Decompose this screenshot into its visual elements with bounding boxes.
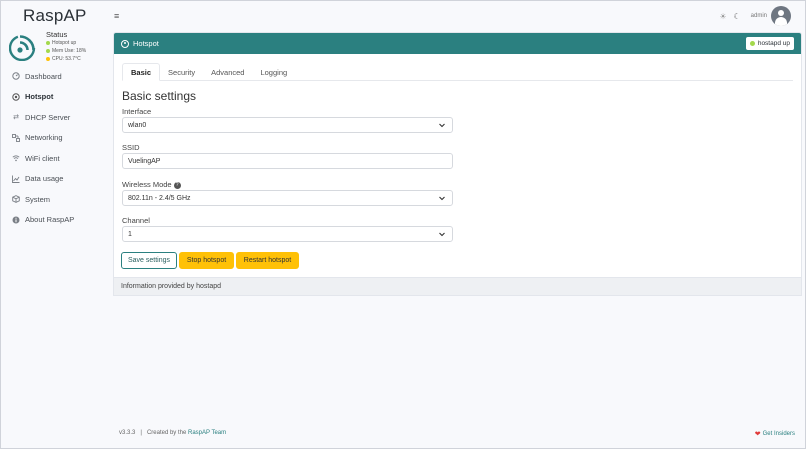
network-icon xyxy=(12,133,20,142)
tab-bar: Basic Security Advanced Logging xyxy=(122,63,793,81)
wireless-mode-label-text: Wireless Mode xyxy=(122,180,172,189)
avatar[interactable] xyxy=(771,6,791,26)
card-footer: Information provided by hostapd xyxy=(113,277,802,296)
get-insiders-link[interactable]: ❤ Get Insiders xyxy=(755,430,795,438)
help-icon[interactable]: ? xyxy=(173,181,181,189)
hotspot-icon xyxy=(12,93,20,101)
tab-advanced[interactable]: Advanced xyxy=(203,63,252,81)
sidebar-item-system[interactable]: System xyxy=(1,189,109,210)
status-badge: hostapd up xyxy=(745,37,794,50)
status-hotspot-text: Hotspot up xyxy=(52,40,77,46)
sidebar-item-label: Hotspot xyxy=(25,92,54,102)
sidebar-nav: Dashboard Hotspot ⇄ DHCP Server Networki… xyxy=(1,66,109,230)
card-header: Hotspot hostapd up xyxy=(114,33,801,54)
version-text: v3.3.3 xyxy=(119,430,136,436)
channel-value: 1 xyxy=(128,230,132,238)
wifi-icon xyxy=(12,154,20,162)
info-icon xyxy=(12,216,20,224)
raspap-team-link[interactable]: RaspAP Team xyxy=(188,430,226,436)
wireless-mode-value: 802.11n - 2.4/5 GHz xyxy=(128,194,191,202)
channel-select[interactable]: 1 xyxy=(122,226,453,242)
topbar-right: ☀ ☾ admin xyxy=(719,5,791,27)
status-badge-label: hostapd up xyxy=(757,40,790,47)
status-title: Status xyxy=(46,30,68,39)
exchange-icon: ⇄ xyxy=(13,114,19,122)
section-title: Basic settings xyxy=(122,89,197,103)
chevron-down-icon xyxy=(439,123,445,128)
sidebar-item-about[interactable]: About RaspAP xyxy=(1,210,109,231)
status-hotspot: Hotspot up xyxy=(46,40,76,46)
tab-logging[interactable]: Logging xyxy=(252,63,295,81)
raspap-wifi-icon xyxy=(9,34,36,61)
restart-hotspot-button[interactable]: Restart hotspot xyxy=(236,252,299,269)
sidebar-item-label: Data usage xyxy=(25,174,64,184)
sidebar-item-wifi-client[interactable]: WiFi client xyxy=(1,148,109,169)
status-widget: Status Hotspot up Mem Use: 18% CPU: 53.7… xyxy=(9,29,109,63)
interface-label: Interface xyxy=(122,107,152,116)
hotspot-card: Hotspot hostapd up Basic Security Advanc… xyxy=(113,32,802,296)
status-memory: Mem Use: 18% xyxy=(46,48,86,54)
status-dot-icon xyxy=(46,40,50,45)
heart-icon: ❤ xyxy=(754,431,761,438)
gauge-icon xyxy=(12,72,20,80)
status-dot-icon xyxy=(749,41,755,46)
tab-basic[interactable]: Basic xyxy=(122,63,161,81)
status-dot-icon xyxy=(46,56,50,61)
sidebar-item-label: System xyxy=(25,194,51,204)
ssid-label: SSID xyxy=(122,143,140,152)
hamburger-menu-icon[interactable]: ≡ xyxy=(114,11,119,21)
sun-icon[interactable]: ☀ xyxy=(719,12,726,21)
interface-value: wlan0 xyxy=(128,121,147,129)
chevron-down-icon xyxy=(439,232,445,237)
footer-separator: | xyxy=(140,430,142,436)
sidebar-item-label: WiFi client xyxy=(25,153,60,163)
moon-icon[interactable]: ☾ xyxy=(733,12,740,21)
username[interactable]: admin xyxy=(751,13,767,19)
sidebar-item-data-usage[interactable]: Data usage xyxy=(1,169,109,190)
sidebar: RaspAP Status Hotspot up Mem Use: 18% CP… xyxy=(1,1,109,449)
stop-hotspot-button[interactable]: Stop hotspot xyxy=(179,252,234,269)
channel-label: Channel xyxy=(122,216,150,225)
wireless-mode-label: Wireless Mode? xyxy=(122,180,181,189)
wireless-mode-select[interactable]: 802.11n - 2.4/5 GHz xyxy=(122,190,453,206)
card-title: Hotspot xyxy=(133,39,159,48)
ssid-input[interactable]: VuelingAP xyxy=(122,153,453,169)
get-insiders-label: Get Insiders xyxy=(762,431,795,437)
ssid-value: VuelingAP xyxy=(128,157,161,165)
sidebar-item-networking[interactable]: Networking xyxy=(1,128,109,149)
save-settings-button[interactable]: Save settings xyxy=(121,252,177,269)
sidebar-item-dashboard[interactable]: Dashboard xyxy=(1,66,109,87)
sidebar-item-label: Networking xyxy=(25,133,63,143)
sidebar-item-label: About RaspAP xyxy=(25,215,75,225)
status-cpu: CPU: 53.7°C xyxy=(46,56,81,62)
interface-select[interactable]: wlan0 xyxy=(122,117,453,133)
cube-icon xyxy=(12,195,20,204)
tab-security[interactable]: Security xyxy=(160,63,203,81)
hotspot-icon xyxy=(121,39,129,48)
created-by-text: Created by the xyxy=(146,430,187,436)
chart-icon xyxy=(12,175,20,183)
sidebar-item-label: DHCP Server xyxy=(25,112,71,122)
page-footer: v3.3.3 | Created by the RaspAP Team xyxy=(119,430,226,436)
chevron-down-icon xyxy=(439,196,445,201)
status-cpu-text: CPU: 53.7°C xyxy=(52,56,81,62)
sidebar-item-hotspot[interactable]: Hotspot xyxy=(1,87,109,108)
sidebar-item-label: Dashboard xyxy=(25,71,62,81)
brand-logo[interactable]: RaspAP xyxy=(23,6,87,26)
status-dot-icon xyxy=(46,48,50,53)
sidebar-item-dhcp-server[interactable]: ⇄ DHCP Server xyxy=(1,107,109,128)
status-memory-text: Mem Use: 18% xyxy=(52,48,87,54)
